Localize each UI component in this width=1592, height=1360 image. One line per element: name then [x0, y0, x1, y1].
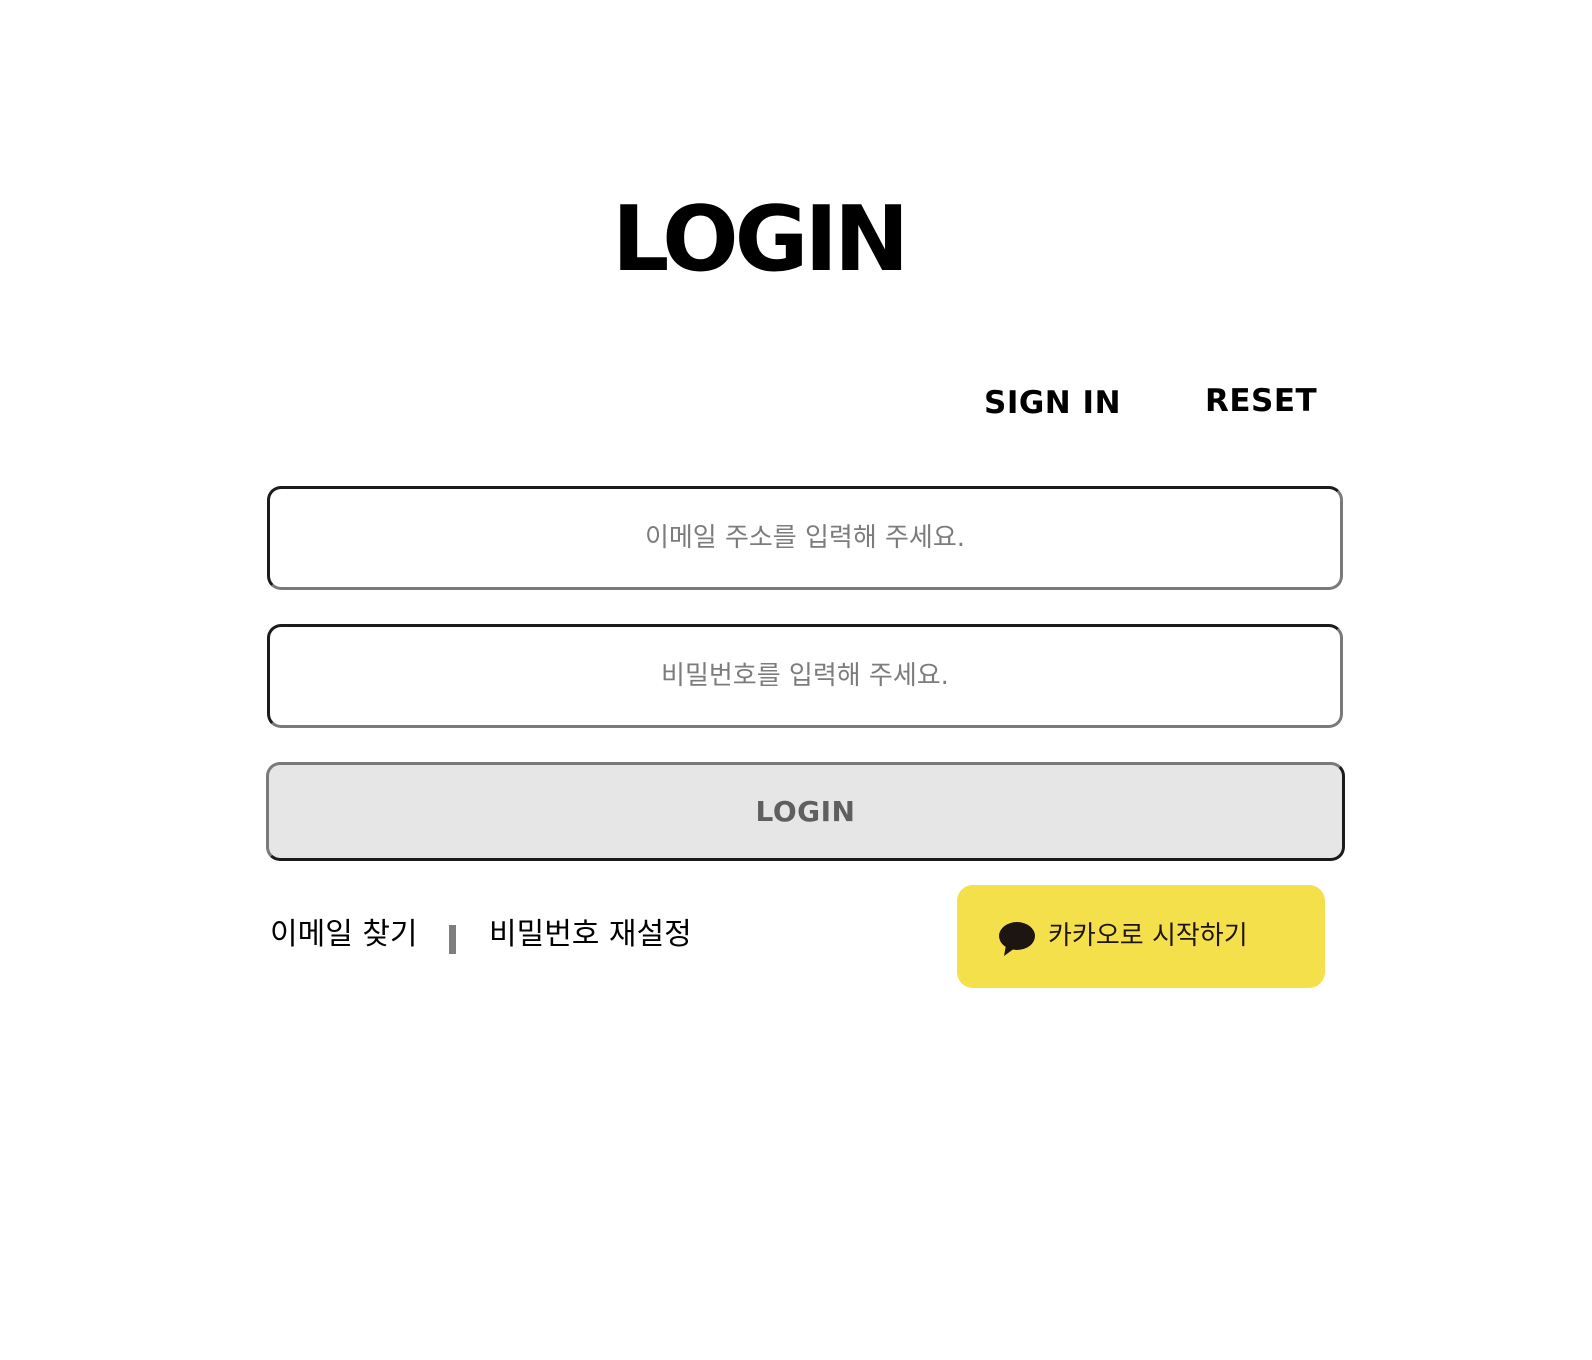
login-button[interactable]: LOGIN	[266, 762, 1345, 861]
find-email-link[interactable]: 이메일 찾기	[270, 915, 418, 955]
kakao-speech-bubble-icon	[998, 921, 1036, 957]
page-title: LOGIN	[612, 187, 909, 292]
link-divider	[449, 925, 456, 954]
email-field[interactable]	[267, 486, 1343, 590]
kakao-login-label: 카카오로 시작하기	[1048, 921, 1248, 951]
reset-link[interactable]: RESET	[1205, 381, 1317, 421]
kakao-login-button[interactable]: 카카오로 시작하기	[957, 885, 1325, 988]
password-field[interactable]	[267, 624, 1343, 728]
reset-password-link[interactable]: 비밀번호 재설정	[489, 915, 692, 955]
sign-in-link[interactable]: SIGN IN	[984, 383, 1121, 423]
